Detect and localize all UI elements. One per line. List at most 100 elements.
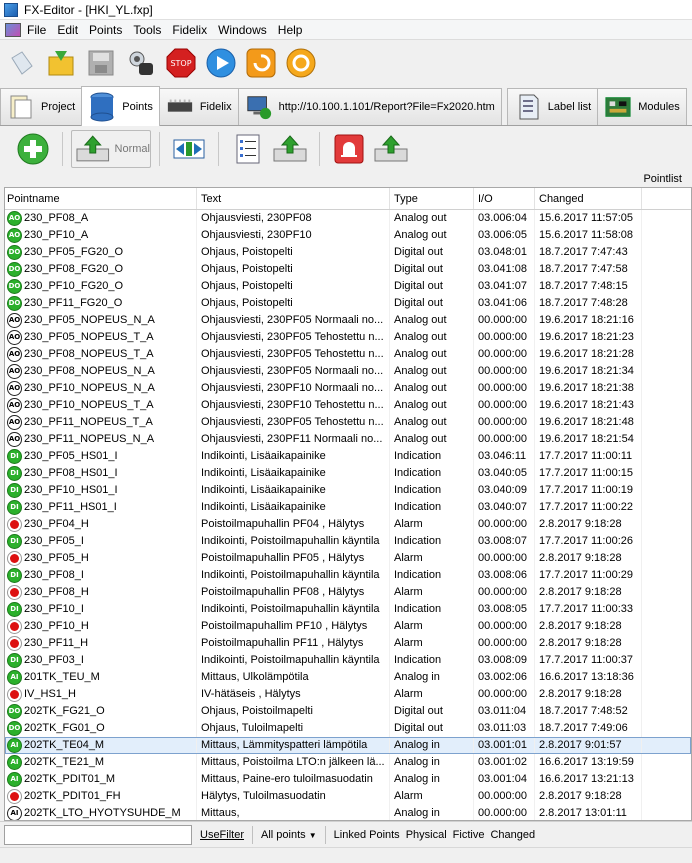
cell-type: Indication xyxy=(390,465,474,482)
save-button[interactable] xyxy=(84,46,118,80)
table-row[interactable]: DI 230_PF08_I Indikointi, Poistoilmapuhall… xyxy=(5,567,691,584)
table-row[interactable]: 202TK_PDIT01_FH Hälytys, Tuloilmasuodatin… xyxy=(5,788,691,805)
table-row[interactable]: AO 230_PF08_NOPEUS_T_A Ohjausviesti, 230PF… xyxy=(5,346,691,363)
refresh-button[interactable] xyxy=(284,46,318,80)
cell-text: Mittaus, Ulkolämpötila xyxy=(197,669,390,686)
table-row[interactable]: 230_PF10_H Poistoilmapuhallim PF10 , Häly… xyxy=(5,618,691,635)
chip-icon xyxy=(166,93,194,121)
table-row[interactable]: DI 230_PF03_I Indikointi, Poistoilmapuhall… xyxy=(5,652,691,669)
point-name: 230_PF11_NOPEUS_N_A xyxy=(24,433,155,445)
tab-fidelix[interactable]: Fidelix xyxy=(158,88,239,125)
table-row[interactable]: AO 230_PF05_NOPEUS_N_A Ohjausviesti, 230PF… xyxy=(5,312,691,329)
table-row[interactable]: DI 230_PF05_HS01_I Indikointi, Lisäaikapai… xyxy=(5,448,691,465)
expand-button[interactable] xyxy=(168,130,210,168)
table-row[interactable]: AI 202TK_LTO_HYOTYSUHDE_M Mittaus, Analog i… xyxy=(5,805,691,820)
cell-text: Ohjausviesti, 230PF08 xyxy=(197,210,390,227)
cell-text: Mittaus, xyxy=(197,805,390,820)
analog-out-icon: AO xyxy=(7,228,22,243)
column-text[interactable]: Text xyxy=(197,188,390,209)
table-row[interactable]: DI 230_PF05_I Indikointi, Poistoilmapuhall… xyxy=(5,533,691,550)
column-changed[interactable]: Changed xyxy=(535,188,642,209)
grid-header: Pointname Text Type I/O Changed xyxy=(5,188,691,210)
tab-report[interactable]: http://10.100.1.101/Report?File=Fx2020.h… xyxy=(237,88,502,125)
table-row[interactable]: AI 202TK_TE21_M Mittaus, Poistoilma LTO:n … xyxy=(5,754,691,771)
table-row[interactable]: 230_PF04_H Poistoilmapuhallin PF04 , Häly… xyxy=(5,516,691,533)
cell-type: Analog out xyxy=(390,380,474,397)
column-type[interactable]: Type xyxy=(390,188,474,209)
menu-help[interactable]: Help xyxy=(278,23,311,37)
table-row[interactable]: AI 201TK_TEU_M Mittaus, Ulkolämpötila Analo… xyxy=(5,669,691,686)
table-row[interactable]: IV_HS1_H IV-hätäseis , Hälytys Alarm 00.000… xyxy=(5,686,691,703)
table-row[interactable]: DO 202TK_FG21_O Ohjaus, Poistoilmapelti Dig… xyxy=(5,703,691,720)
cell-pointname: AO 230_PF08_NOPEUS_T_A xyxy=(5,346,197,363)
table-row[interactable]: DI 230_PF10_I Indikointi, Poistoilmapuhall… xyxy=(5,601,691,618)
linked-points-toggle[interactable]: Linked Points xyxy=(334,829,400,841)
cell-changed: 15.6.2017 11:58:08 xyxy=(535,227,642,244)
cell-pointname: AI 202TK_LTO_HYOTYSUHDE_M xyxy=(5,805,197,820)
table-row[interactable]: AO 230_PF11_NOPEUS_T_A Ohjausviesti, 230PF… xyxy=(5,414,691,431)
table-row[interactable]: AO 230_PF10_NOPEUS_N_A Ohjausviesti, 230PF… xyxy=(5,380,691,397)
alarm-button[interactable] xyxy=(328,130,370,168)
table-row[interactable]: AO 230_PF05_NOPEUS_T_A Ohjausviesti, 230PF… xyxy=(5,329,691,346)
tab-project[interactable]: Project xyxy=(0,88,83,125)
cell-pointname: AO 230_PF08_NOPEUS_N_A xyxy=(5,363,197,380)
normal-mode-button[interactable]: Normal xyxy=(71,130,151,168)
new-button[interactable] xyxy=(4,46,38,80)
cell-pointname: AI 202TK_PDIT01_M xyxy=(5,771,197,788)
table-row[interactable]: DO 230_PF11_FG20_O Ohjaus, Poistopelti Digi… xyxy=(5,295,691,312)
upload-list-button[interactable] xyxy=(269,130,311,168)
table-row[interactable]: AO 230_PF08_A Ohjausviesti, 230PF08 Analog … xyxy=(5,210,691,227)
table-row[interactable]: AI 202TK_PDIT01_M Mittaus, Paine-ero tuloi… xyxy=(5,771,691,788)
usefilter-toggle[interactable]: UseFilter xyxy=(200,829,244,841)
table-row[interactable]: AO 230_PF10_A Ohjausviesti, 230PF10 Analog … xyxy=(5,227,691,244)
upload-alarm-button[interactable] xyxy=(370,130,412,168)
tab-labellist[interactable]: Label list xyxy=(506,88,599,125)
physical-toggle[interactable]: Physical xyxy=(406,829,447,841)
cell-io: 03.008:09 xyxy=(474,652,535,669)
table-row[interactable]: AO 230_PF11_NOPEUS_N_A Ohjausviesti, 230PF… xyxy=(5,431,691,448)
changed-toggle[interactable]: Changed xyxy=(490,829,535,841)
menu-points[interactable]: Points xyxy=(89,23,130,37)
menu-file[interactable]: File xyxy=(27,23,54,37)
table-row[interactable]: 230_PF08_H Poistoilmapuhallin PF08 , Häly… xyxy=(5,584,691,601)
menu-windows[interactable]: Windows xyxy=(218,23,275,37)
table-row[interactable]: 230_PF05_H Poistoilmapuhallin PF05 , Häly… xyxy=(5,550,691,567)
tab-modules[interactable]: Modules xyxy=(597,88,687,125)
document-icon[interactable] xyxy=(5,22,21,37)
table-row[interactable]: AO 230_PF08_NOPEUS_N_A Ohjausviesti, 230PF… xyxy=(5,363,691,380)
cell-io: 03.008:07 xyxy=(474,533,535,550)
table-row[interactable]: AI 202TK_TE04_M Mittaus, Lämmityspatteri l… xyxy=(5,737,691,754)
point-name: 230_PF10_A xyxy=(24,229,89,241)
table-row[interactable]: 230_PF11_H Poistoilmapuhallin PF11 , Häly… xyxy=(5,635,691,652)
table-row[interactable]: DI 230_PF10_HS01_I Indikointi, Lisäaikapai… xyxy=(5,482,691,499)
filter-input[interactable] xyxy=(4,824,192,845)
menu-fidelix[interactable]: Fidelix xyxy=(172,23,215,37)
filter-dropdown[interactable]: All points ▼ xyxy=(261,829,317,841)
table-row[interactable]: DO 230_PF10_FG20_O Ohjaus, Poistopelti Digi… xyxy=(5,278,691,295)
table-row[interactable]: AO 230_PF10_NOPEUS_T_A Ohjausviesti, 230PF… xyxy=(5,397,691,414)
compile-button[interactable] xyxy=(124,46,158,80)
table-row[interactable]: DI 230_PF08_HS01_I Indikointi, Lisäaikapai… xyxy=(5,465,691,482)
column-io[interactable]: I/O xyxy=(474,188,535,209)
fictive-toggle[interactable]: Fictive xyxy=(453,829,485,841)
point-name: 230_PF11_H xyxy=(24,637,89,649)
stop-button[interactable]: STOP xyxy=(164,46,198,80)
save-icon xyxy=(88,50,114,76)
cell-type: Analog in xyxy=(390,669,474,686)
add-point-button[interactable] xyxy=(12,130,54,168)
column-pointname[interactable]: Pointname xyxy=(5,188,197,209)
restart-button[interactable] xyxy=(244,46,278,80)
cell-pointname: DO 202TK_FG21_O xyxy=(5,703,197,720)
list-button[interactable] xyxy=(227,130,269,168)
table-row[interactable]: DI 230_PF11_HS01_I Indikointi, Lisäaikapai… xyxy=(5,499,691,516)
menu-edit[interactable]: Edit xyxy=(57,23,86,37)
table-row[interactable]: DO 202TK_FG01_O Ohjaus, Tuloilmapelti Digit… xyxy=(5,720,691,737)
table-row[interactable]: DO 230_PF05_FG20_O Ohjaus, Poistopelti Digi… xyxy=(5,244,691,261)
open-button[interactable] xyxy=(44,46,78,80)
tab-points[interactable]: Points xyxy=(81,86,160,126)
table-row[interactable]: DO 230_PF08_FG20_O Ohjaus, Poistopelti Digi… xyxy=(5,261,691,278)
play-button[interactable] xyxy=(204,46,238,80)
menu-tools[interactable]: Tools xyxy=(133,23,169,37)
point-name: 202TK_FG01_O xyxy=(24,722,105,734)
cell-text: Mittaus, Paine-ero tuloilmasuodatin xyxy=(197,771,390,788)
